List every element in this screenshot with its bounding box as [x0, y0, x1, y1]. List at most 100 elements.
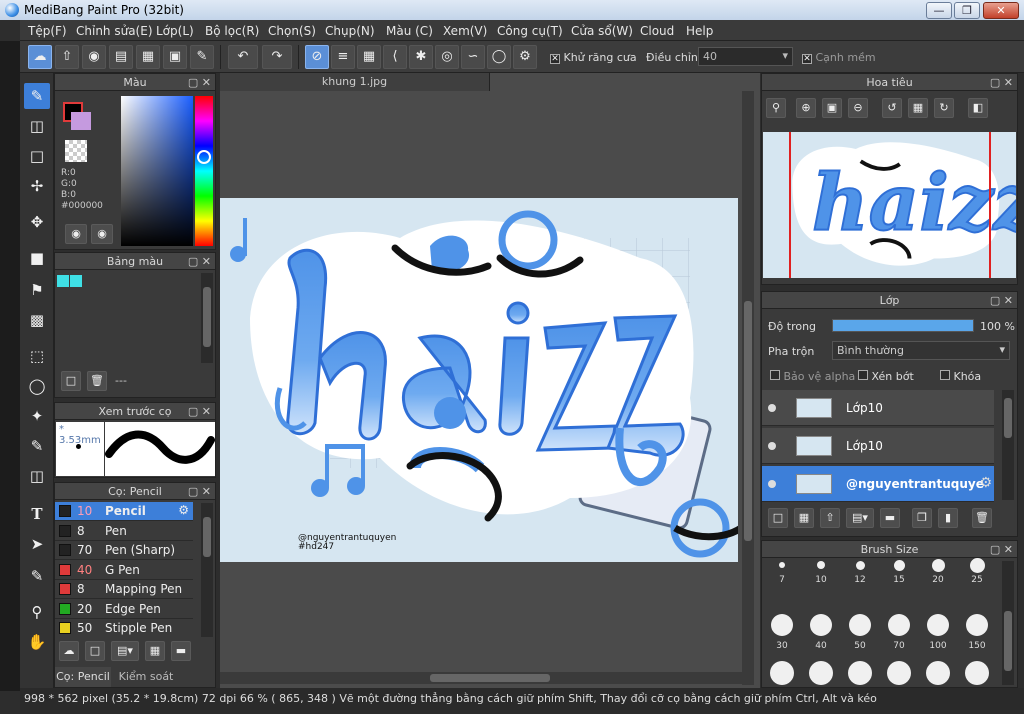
antialias-checkbox[interactable]: ✕: [550, 54, 560, 64]
menu-window[interactable]: Cửa sổ(W): [571, 24, 633, 38]
canvas-horizontal-scrollbar[interactable]: [220, 672, 742, 684]
protect-alpha-option[interactable]: Bảo vệ alpha: [770, 370, 855, 383]
brush-size-dot[interactable]: [966, 614, 988, 636]
add-brush-icon[interactable]: ▤▾: [111, 641, 139, 661]
magic-wand-tool-icon[interactable]: ✦: [24, 403, 50, 429]
panel-close-icon[interactable]: ▢ ✕: [188, 74, 211, 91]
brush-size-dot[interactable]: [810, 614, 832, 636]
hue-slider[interactable]: [195, 96, 213, 246]
brush-size-dot[interactable]: [848, 661, 872, 685]
hand-tool-icon[interactable]: ✋: [24, 629, 50, 655]
saturation-value-picker[interactable]: [121, 96, 193, 246]
brush-size-dot[interactable]: [888, 614, 910, 636]
operation-tool-icon[interactable]: ➤: [24, 531, 50, 557]
new-layer-icon[interactable]: □: [768, 508, 788, 528]
transparent-swatch[interactable]: [65, 140, 87, 162]
clip-option[interactable]: Xén bớt: [858, 370, 914, 383]
panel-close-icon[interactable]: ▢ ✕: [990, 74, 1013, 91]
panel-close-icon[interactable]: ▢ ✕: [188, 483, 211, 500]
adjust-dropdown[interactable]: 40 ▾: [698, 47, 793, 66]
soft-edge-option[interactable]: ✕ Cạnh mềm: [802, 51, 876, 64]
brush-size-dot[interactable]: [855, 560, 865, 570]
brush-item[interactable]: 50 Stipple Pen: [55, 619, 193, 637]
panel-close-icon[interactable]: ▢ ✕: [990, 541, 1013, 558]
perspective-snap-icon[interactable]: ⟨: [383, 45, 407, 69]
reset-view-icon[interactable]: ▦: [908, 98, 928, 118]
palette-swatch[interactable]: [70, 275, 82, 287]
undo-icon[interactable]: ↶: [228, 45, 258, 69]
brush-settings-icon[interactable]: ▦: [145, 641, 165, 661]
delete-layer-icon[interactable]: 🗑: [972, 508, 992, 528]
lock-option[interactable]: Khóa: [940, 370, 981, 383]
brush-size-dot[interactable]: [779, 562, 785, 568]
edit-icon[interactable]: ✎: [190, 45, 214, 69]
navigator-thumbnail[interactable]: haizz: [763, 132, 1016, 278]
brush-size-dot[interactable]: [771, 614, 793, 636]
select-eraser-tool-icon[interactable]: ◫: [24, 463, 50, 489]
brush-size-dot[interactable]: [965, 661, 989, 685]
fill-rect-tool-icon[interactable]: ■: [24, 245, 50, 271]
blend-mode-dropdown[interactable]: Bình thường ▾: [832, 341, 1010, 360]
curve-snap-icon[interactable]: ∽: [461, 45, 485, 69]
brush-size-scrollbar[interactable]: [1002, 561, 1014, 685]
move-tool-icon[interactable]: ✥: [24, 209, 50, 235]
chat-icon[interactable]: ▤: [109, 45, 133, 69]
menu-layer[interactable]: Lớp(L): [156, 24, 194, 38]
shape-tool-icon[interactable]: □: [24, 143, 50, 169]
brush-size-dot[interactable]: [926, 661, 950, 685]
zoom-out-icon[interactable]: ⊖: [848, 98, 868, 118]
color-picker-icon[interactable]: ◉: [91, 224, 113, 244]
eye-icon[interactable]: [768, 404, 776, 412]
tab-brush[interactable]: Cọ: Pencil: [55, 667, 111, 687]
panel-close-icon[interactable]: ▢ ✕: [188, 253, 211, 270]
brush-scrollbar[interactable]: [201, 503, 213, 637]
layer-row[interactable]: Lớp10: [762, 428, 994, 464]
opacity-slider[interactable]: [832, 319, 974, 332]
eye-icon[interactable]: [768, 480, 776, 488]
cloud-icon[interactable]: ☁: [28, 45, 52, 69]
trash-icon[interactable]: 🗑: [87, 371, 107, 391]
new-brush-icon[interactable]: □: [85, 641, 105, 661]
hue-handle[interactable]: [197, 150, 211, 164]
select-rect-tool-icon[interactable]: ⬚: [24, 343, 50, 369]
ellipse-snap-icon[interactable]: ◯: [487, 45, 511, 69]
layer-folder-icon[interactable]: ▬: [880, 508, 900, 528]
zoom-fit-icon[interactable]: ⚲: [766, 98, 786, 118]
parallel-snap-icon[interactable]: ≡: [331, 45, 355, 69]
clip-checkbox[interactable]: [858, 370, 868, 380]
menu-color[interactable]: Màu (C): [386, 24, 433, 38]
menu-file[interactable]: Tệp(F): [28, 24, 67, 38]
panel-close-icon[interactable]: ▢ ✕: [188, 403, 211, 420]
rotate-left-icon[interactable]: ↺: [882, 98, 902, 118]
brush-size-dot[interactable]: [849, 614, 871, 636]
menu-help[interactable]: Help: [686, 24, 713, 38]
select-pen-tool-icon[interactable]: ✎: [24, 433, 50, 459]
antialias-option[interactable]: ✕ Khử răng cưa: [550, 51, 637, 64]
divide-tool-icon[interactable]: ✎: [24, 563, 50, 589]
radial-snap-icon[interactable]: ✱: [409, 45, 433, 69]
menu-view[interactable]: Xem(V): [443, 24, 487, 38]
eyedropper-tool-icon[interactable]: ⚲: [24, 599, 50, 625]
flip-icon[interactable]: ◧: [968, 98, 988, 118]
merge-layer-icon[interactable]: ▮: [938, 508, 958, 528]
gradient-tool-icon[interactable]: ▩: [24, 307, 50, 333]
gear-icon[interactable]: ⚙: [178, 503, 189, 517]
circle-snap-icon[interactable]: ◎: [435, 45, 459, 69]
document-icon[interactable]: ▦: [136, 45, 160, 69]
layer-row[interactable]: Lớp10: [762, 390, 994, 426]
close-button[interactable]: ✕: [983, 2, 1019, 19]
bucket-tool-icon[interactable]: ⚑: [24, 277, 50, 303]
dot-brush-tool-icon[interactable]: ✢: [24, 173, 50, 199]
redo-icon[interactable]: ↷: [262, 45, 292, 69]
snap-settings-icon[interactable]: ⚙: [513, 45, 537, 69]
menu-tools[interactable]: Công cụ(T): [497, 24, 563, 38]
background-color-swatch[interactable]: [71, 112, 91, 130]
add-layer-menu-icon[interactable]: ▤▾: [846, 508, 874, 528]
artwork-canvas[interactable]: @nguyentrantuquyen #hd247: [220, 198, 738, 562]
brush-item[interactable]: 8 Pen: [55, 522, 193, 541]
menu-edit[interactable]: Chỉnh sửa(E): [76, 24, 153, 38]
brush-size-dot[interactable]: [770, 661, 794, 685]
new-halftone-layer-icon[interactable]: ▦: [794, 508, 814, 528]
minimize-button[interactable]: —: [926, 2, 952, 19]
brush-size-dot[interactable]: [969, 557, 985, 573]
